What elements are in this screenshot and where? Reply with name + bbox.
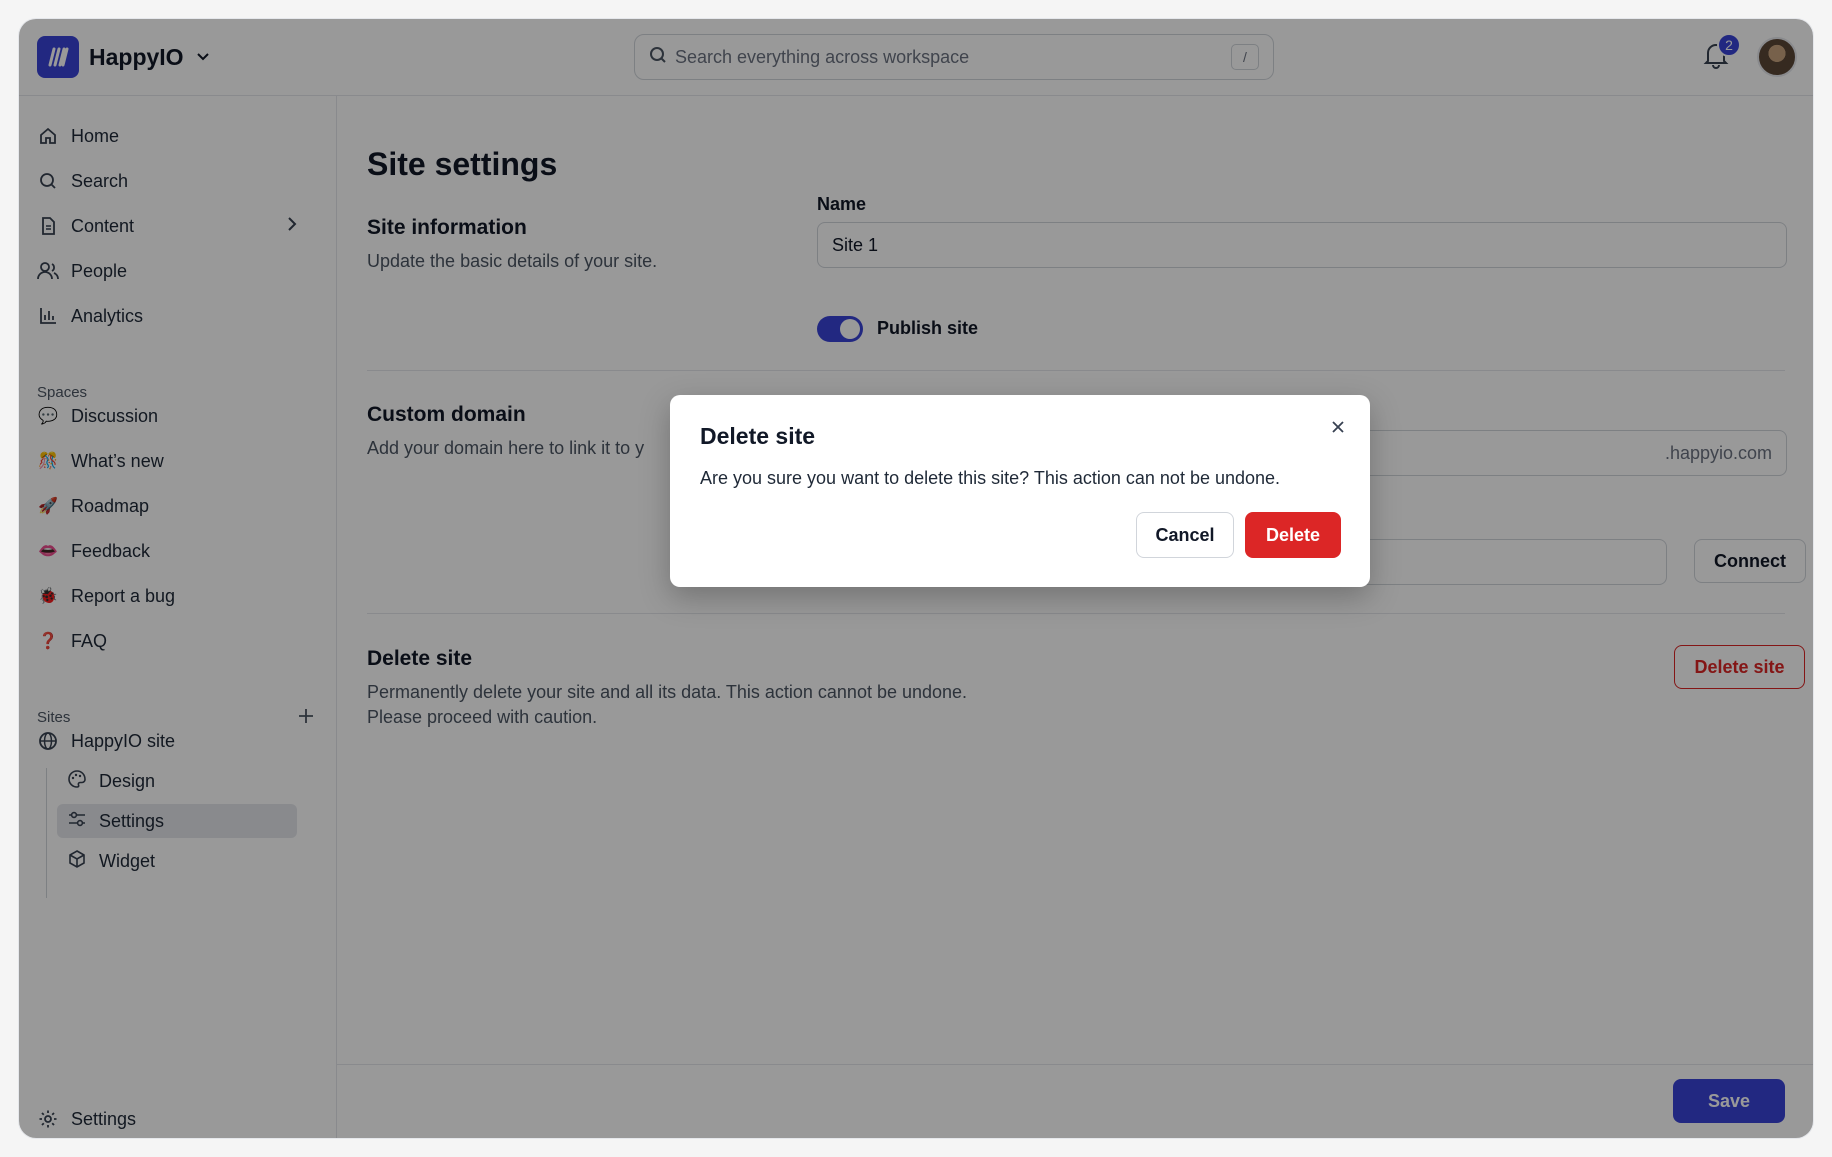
dialog-message: Are you sure you want to delete this sit… xyxy=(700,468,1281,488)
cancel-button[interactable]: Cancel xyxy=(1136,512,1234,558)
close-dialog-button[interactable] xyxy=(1324,413,1352,441)
app-window: HappyIO Search everything across workspa… xyxy=(18,18,1814,1139)
close-icon xyxy=(1332,421,1344,433)
delete-site-dialog: Delete site Are you sure you want to del… xyxy=(670,395,1370,587)
confirm-delete-button[interactable]: Delete xyxy=(1245,512,1341,558)
dialog-title: Delete site xyxy=(700,423,816,449)
